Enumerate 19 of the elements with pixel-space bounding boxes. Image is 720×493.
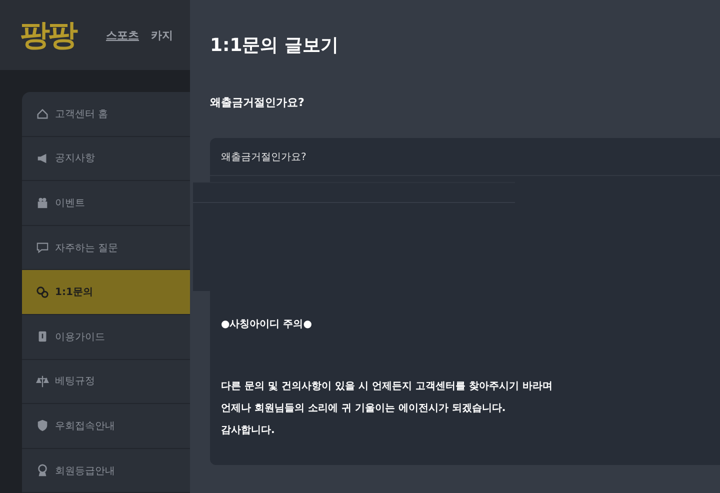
home-icon bbox=[36, 107, 49, 120]
question-text: 왜출금거절인가요? bbox=[210, 138, 720, 176]
shield-icon bbox=[36, 419, 49, 432]
answer-text: 감사합니다. bbox=[221, 425, 276, 437]
scale-icon bbox=[36, 374, 49, 388]
answer-text: 다른 문의 및 건의사항이 있을 시 언제든지 고객센터를 찾아주시기 바라며 bbox=[221, 381, 554, 393]
answer-text: 언제나 회원님들의 소리에 귀 기울이는 에이전시가 되겠습니다. bbox=[221, 403, 507, 415]
sidebar-item[interactable]: 1:1문의 bbox=[22, 270, 190, 315]
nav-link[interactable]: 카지 bbox=[151, 28, 173, 42]
site-logo[interactable]: 팡팡 bbox=[20, 14, 76, 56]
gift-icon bbox=[36, 196, 49, 210]
answer-text: ●사칭아이디 주의● bbox=[221, 319, 313, 331]
faq-icon bbox=[36, 241, 49, 254]
medal-icon bbox=[36, 464, 49, 478]
nav-link[interactable]: 스포츠 bbox=[106, 28, 139, 42]
book-icon bbox=[36, 330, 49, 344]
megaphone-icon bbox=[36, 152, 49, 165]
modal-title: 1:1문의 글보기 bbox=[210, 34, 340, 58]
inquiry-subject: 왜출금거절인가요? bbox=[210, 95, 306, 110]
